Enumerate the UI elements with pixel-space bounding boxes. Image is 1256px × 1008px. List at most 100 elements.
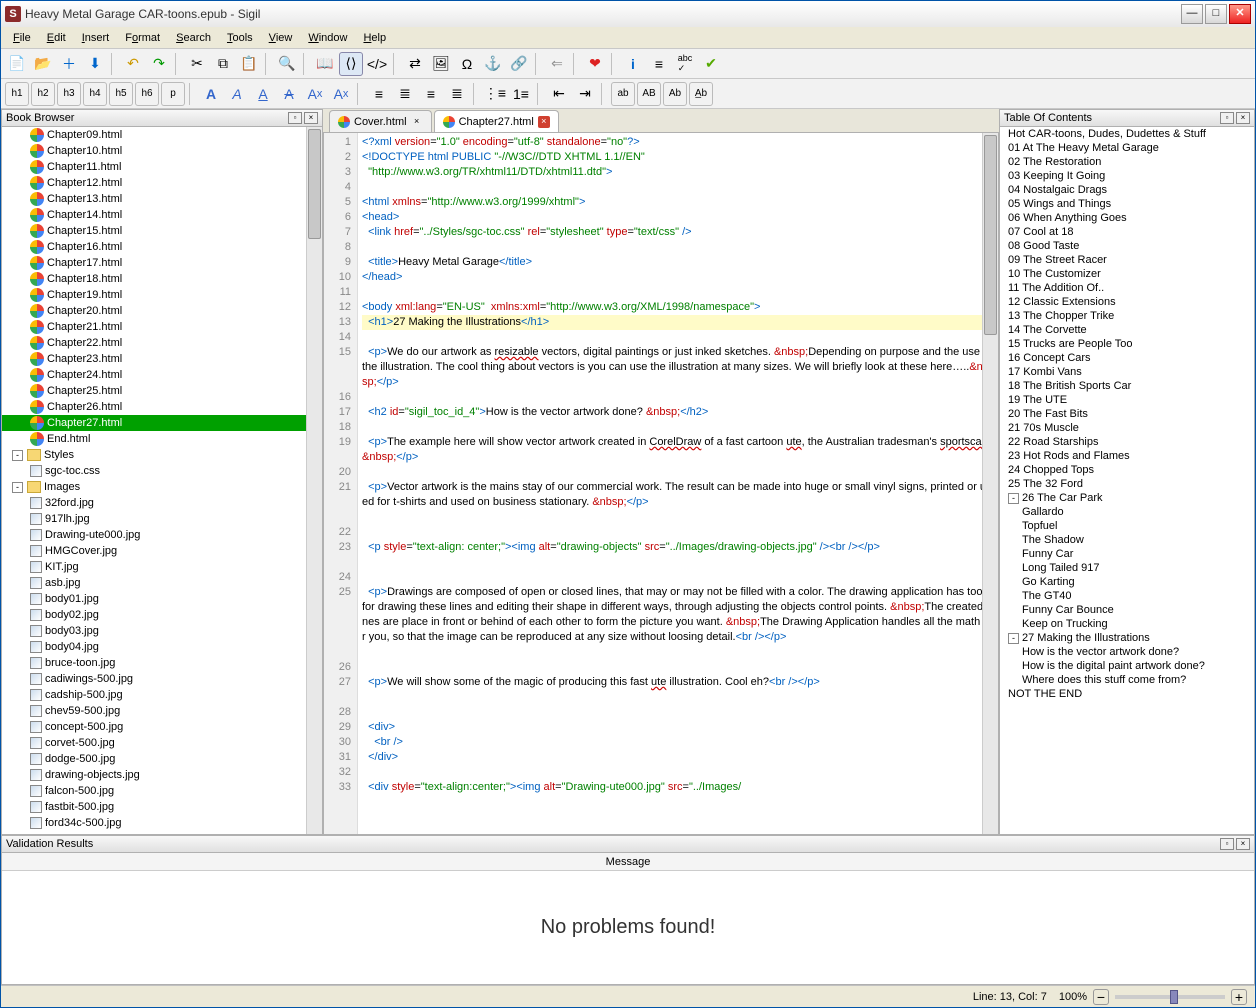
indent-less-button[interactable]: ⇤ [547,82,571,106]
toc-item[interactable]: 16 Concept Cars [1000,351,1254,365]
toc-item[interactable]: The GT40 [1000,589,1254,603]
file-item[interactable]: cadship-500.jpg [2,687,306,703]
collapse-icon[interactable]: - [12,450,23,461]
spellcheck-button[interactable]: abc✓ [673,52,697,76]
toc-item[interactable]: 23 Hot Rods and Flames [1000,449,1254,463]
list-ol-button[interactable]: 1≡ [509,82,533,106]
file-item[interactable]: 917lh.jpg [2,511,306,527]
toc-item[interactable]: -27 Making the Illustrations [1000,631,1254,645]
file-item[interactable]: Chapter17.html [2,255,306,271]
toc-item[interactable]: The Shadow [1000,533,1254,547]
toc-item[interactable]: Funny Car [1000,547,1254,561]
zoom-slider[interactable] [1115,995,1225,999]
toc-item[interactable]: NOT THE END [1000,687,1254,701]
menu-help[interactable]: Help [355,30,394,46]
toc-item[interactable]: Where does this stuff come from? [1000,673,1254,687]
toc-item[interactable]: 03 Keeping It Going [1000,169,1254,183]
toc-item[interactable]: 17 Kombi Vans [1000,365,1254,379]
file-item[interactable]: dodge-500.jpg [2,751,306,767]
toc-item[interactable]: 10 The Customizer [1000,267,1254,281]
file-item[interactable]: sgc-toc.css [2,463,306,479]
titlebar[interactable]: S Heavy Metal Garage CAR-toons.epub - Si… [1,1,1255,27]
panel-close-button[interactable]: × [1236,838,1250,850]
open-button[interactable]: 📂 [31,52,55,76]
link-button[interactable]: 🔗 [507,52,531,76]
toc-item[interactable]: How is the digital paint artwork done? [1000,659,1254,673]
menu-tools[interactable]: Tools [219,30,261,46]
toc-item[interactable]: 09 The Street Racer [1000,253,1254,267]
italic-button[interactable]: A [225,82,249,106]
collapse-icon[interactable]: - [1008,633,1019,644]
toc-item[interactable]: Topfuel [1000,519,1254,533]
toc-item[interactable]: Keep on Trucking [1000,617,1254,631]
toc-item[interactable]: 04 Nostalgaic Drags [1000,183,1254,197]
tab-close-icon[interactable]: × [411,116,423,128]
toc-item[interactable]: Go Karting [1000,575,1254,589]
file-item[interactable]: 32ford.jpg [2,495,306,511]
maximize-button[interactable]: □ [1205,4,1227,24]
file-item[interactable]: cadiwings-500.jpg [2,671,306,687]
toc-item[interactable]: 02 The Restoration [1000,155,1254,169]
list-ul-button[interactable]: ⋮≡ [483,82,507,106]
toc-item[interactable]: 05 Wings and Things [1000,197,1254,211]
toc-button[interactable]: ≡ [647,52,671,76]
styles-folder[interactable]: -Styles [2,447,306,463]
editor-scrollbar[interactable] [982,133,998,834]
special-char-button[interactable]: Ω [455,52,479,76]
file-item[interactable]: body04.jpg [2,639,306,655]
h1-button[interactable]: h1 [5,82,29,106]
file-item[interactable]: drawing-objects.jpg [2,767,306,783]
toc-item[interactable]: 14 The Corvette [1000,323,1254,337]
collapse-icon[interactable]: - [1008,493,1019,504]
redo-button[interactable]: ↷ [147,52,171,76]
file-item[interactable]: corvet-500.jpg [2,735,306,751]
file-item[interactable]: Chapter14.html [2,207,306,223]
toc-item[interactable]: 25 The 32 Ford [1000,477,1254,491]
toc-item[interactable]: 22 Road Starships [1000,435,1254,449]
file-item[interactable]: concept-500.jpg [2,719,306,735]
toc-item[interactable]: 21 70s Muscle [1000,421,1254,435]
split-view-button[interactable]: ⟨⟩ [339,52,363,76]
metadata-button[interactable]: i [621,52,645,76]
editor-tab[interactable]: Cover.html× [329,110,432,132]
file-item[interactable]: Drawing-ute000.jpg [2,527,306,543]
superscript-button[interactable]: Ax [329,82,353,106]
panel-close-button[interactable]: × [304,112,318,124]
file-item[interactable]: Chapter10.html [2,143,306,159]
toc-item[interactable]: 06 When Anything Goes [1000,211,1254,225]
file-item[interactable]: asb.jpg [2,575,306,591]
validate-button[interactable]: ✔ [699,52,723,76]
h2-button[interactable]: h2 [31,82,55,106]
validation-header[interactable]: Validation Results ▫ × [1,835,1255,853]
file-item[interactable]: Chapter15.html [2,223,306,239]
toc-item[interactable]: 24 Chopped Tops [1000,463,1254,477]
toc-item[interactable]: 19 The UTE [1000,393,1254,407]
tab-close-icon[interactable]: × [538,116,550,128]
menu-edit[interactable]: Edit [39,30,74,46]
menu-window[interactable]: Window [300,30,355,46]
panel-close-button[interactable]: × [1236,112,1250,124]
file-item[interactable]: falcon-500.jpg [2,783,306,799]
align-left-button[interactable]: ≡ [367,82,391,106]
file-item[interactable]: fastbit-500.jpg [2,799,306,815]
strike-button[interactable]: A [277,82,301,106]
code-area[interactable]: <?xml version="1.0" encoding="utf-8" sta… [358,133,998,834]
file-item[interactable]: body01.jpg [2,591,306,607]
toc-item[interactable]: 18 The British Sports Car [1000,379,1254,393]
book-browser-tree[interactable]: Chapter09.htmlChapter10.htmlChapter11.ht… [1,127,323,835]
case-cap-button[interactable]: A̲b [689,82,713,106]
case-title-button[interactable]: Ab [663,82,687,106]
bold-button[interactable]: A [199,82,223,106]
file-item[interactable]: Chapter19.html [2,287,306,303]
file-item[interactable]: Chapter25.html [2,383,306,399]
h4-button[interactable]: h4 [83,82,107,106]
menu-format[interactable]: Format [117,30,168,46]
find-button[interactable]: 🔍 [275,52,299,76]
anchor-button[interactable]: ⚓ [481,52,505,76]
paste-button[interactable]: 📋 [237,52,261,76]
file-item[interactable]: body03.jpg [2,623,306,639]
h5-button[interactable]: h5 [109,82,133,106]
image-button[interactable]: 🖼 [429,52,453,76]
toc-item[interactable]: How is the vector artwork done? [1000,645,1254,659]
file-item[interactable]: Chapter13.html [2,191,306,207]
